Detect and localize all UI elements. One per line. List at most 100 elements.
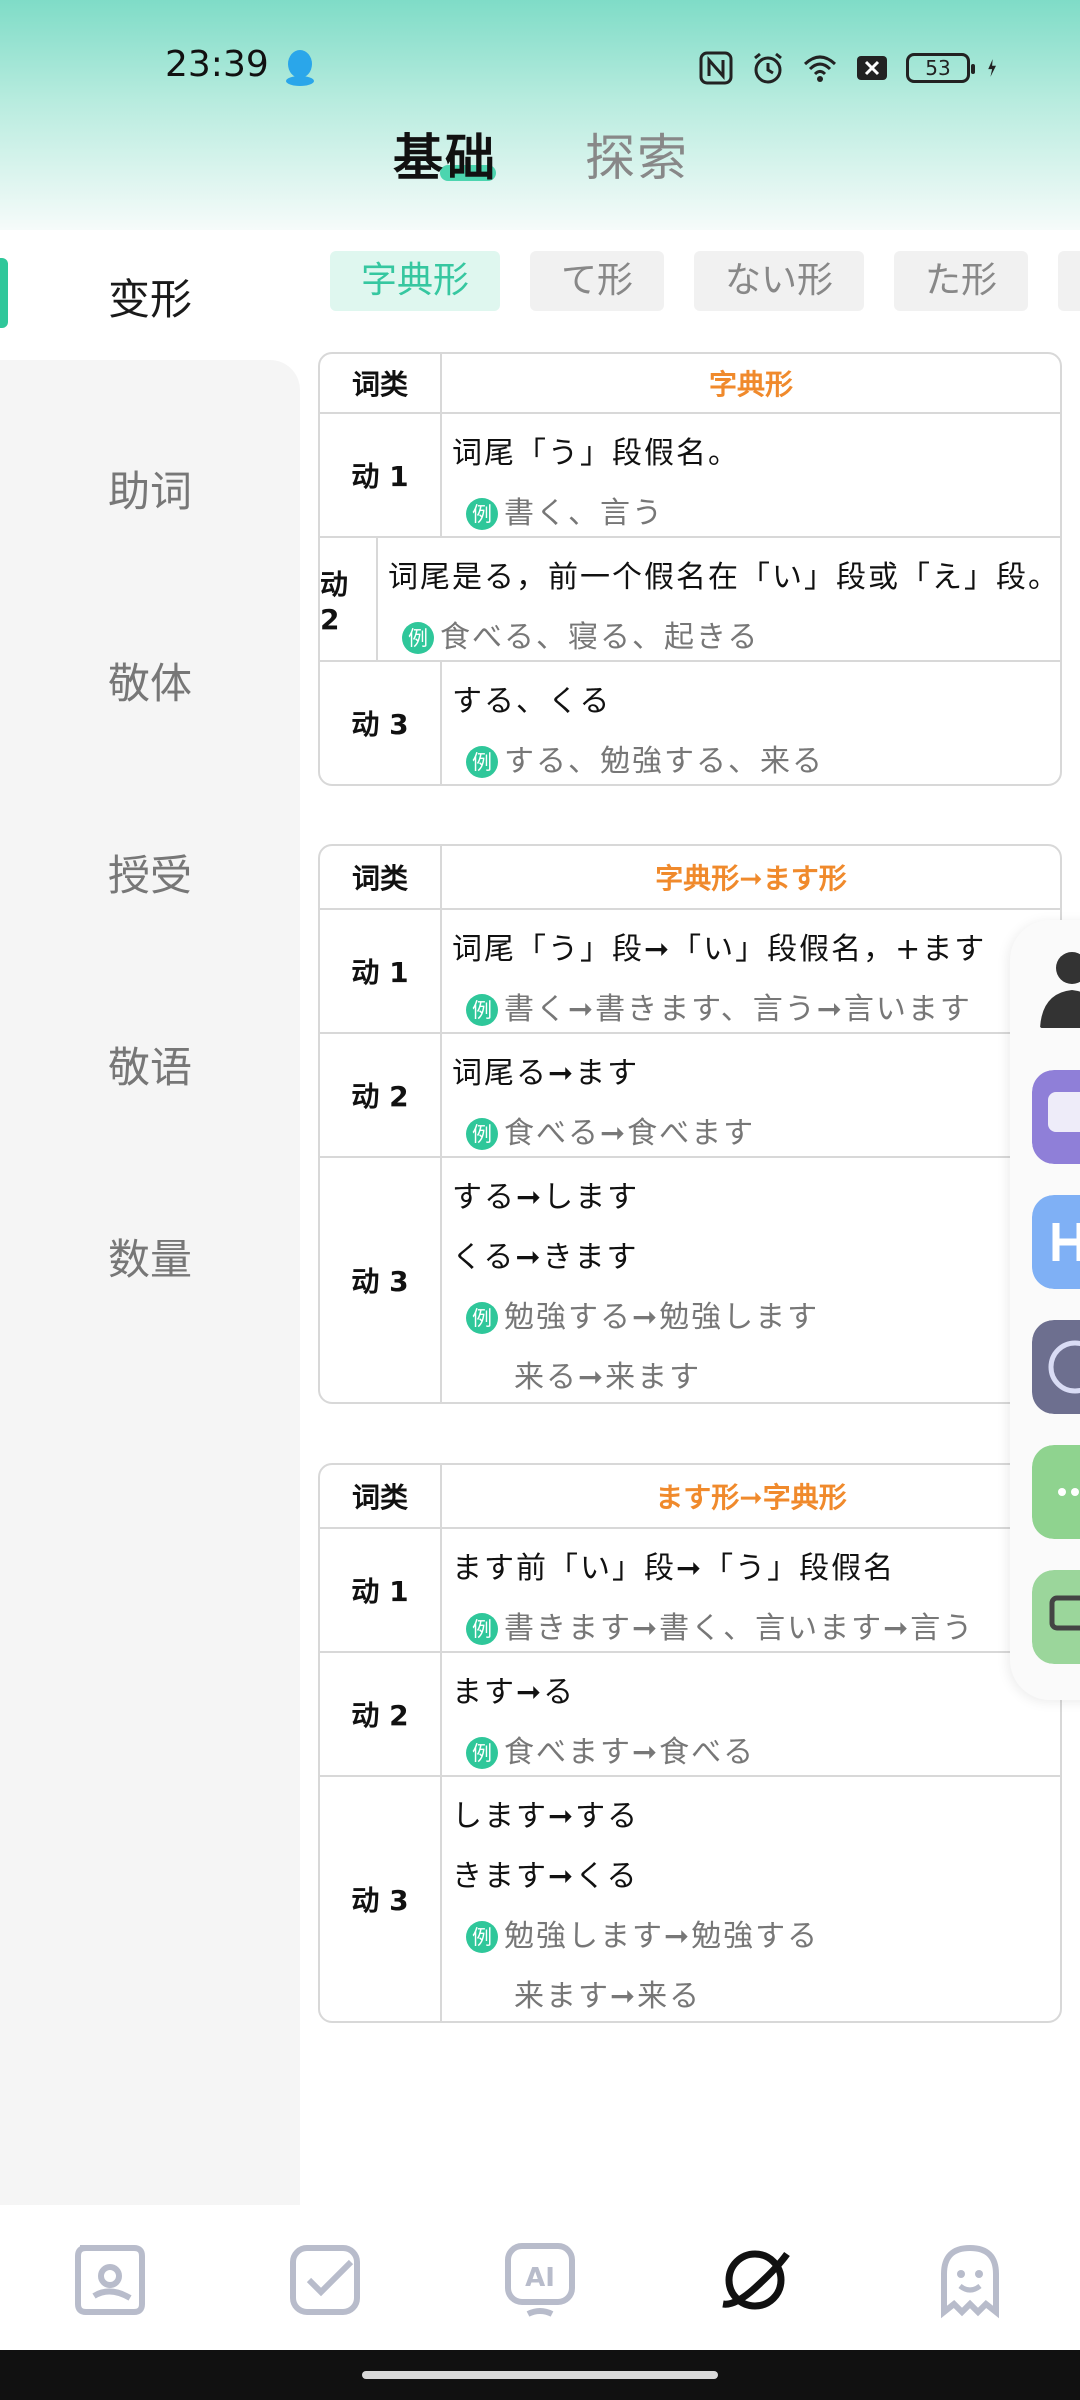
tab-more[interactable]: [1058, 251, 1080, 311]
tab-te-form[interactable]: て形: [530, 251, 664, 311]
sidebar-item-conjugation[interactable]: 变形: [0, 266, 300, 327]
table-header: 词类 字典形➞ます形: [320, 846, 1060, 908]
example-badge-icon: 例: [466, 498, 498, 530]
example-text: 勉強する➞勉強します: [504, 1300, 820, 1335]
h-icon[interactable]: [1032, 1195, 1080, 1289]
example-line: 例食べる➞食べます: [452, 1104, 1060, 1164]
table-row: 动 3 する、くる 例する、勉強する、来る: [320, 660, 1060, 784]
screen-icon[interactable]: [1032, 1570, 1080, 1664]
rule-text: する➞します: [452, 1180, 640, 1215]
example-badge-icon: 例: [466, 1613, 498, 1645]
sidebar-item-honorifics[interactable]: 敬语: [0, 1034, 300, 1095]
row-type: 动 3: [320, 662, 442, 784]
ai-icon[interactable]: AI: [500, 2240, 580, 2320]
example-line: 例勉強する➞勉強します: [452, 1288, 1060, 1348]
charging-icon: [988, 59, 996, 77]
translate-icon[interactable]: [1032, 1070, 1080, 1164]
example-badge-icon: 例: [466, 1921, 498, 1953]
example-text: 食べる➞食べます: [504, 1116, 756, 1151]
header-word-class: 词类: [320, 846, 442, 908]
example-badge-icon: 例: [466, 1737, 498, 1769]
row-type: 动 1: [320, 910, 442, 1032]
no-sim-icon: [857, 56, 887, 80]
header-form: 字典形: [708, 368, 793, 401]
tab-explore[interactable]: 探索: [585, 118, 689, 190]
ghost-icon[interactable]: [930, 2240, 1010, 2320]
example-text: 食べる、寝る、起きる: [440, 620, 760, 655]
status-icons: 53: [698, 48, 1006, 88]
row-type: 动 1: [320, 414, 442, 536]
rule-text: 词尾「う」段假名。: [452, 436, 740, 471]
rule-text: 词尾「う」段➞「い」段假名，+ます: [452, 932, 987, 967]
example-line: 例書く、言う: [452, 484, 1060, 544]
example-text: 書く➞書きます、言う➞言います: [504, 992, 972, 1027]
table-row: 动 3 します➞する きます➞くる 例勉強します➞勉強する 来ます➞来る: [320, 1775, 1060, 2021]
checkin-icon[interactable]: [285, 2240, 365, 2320]
rule-text: 词尾是る，前一个假名在「い」段或「え」段。: [388, 560, 1060, 595]
form-tabs: 字典形 て形 ない形 た形: [330, 251, 1080, 311]
sidebar-item-polite-form[interactable]: 敬体: [0, 650, 300, 711]
table-row: 动 1 词尾「う」段➞「い」段假名，+ます 例書く➞書きます、言う➞言います: [320, 908, 1060, 1032]
header-form: ます形➞字典形: [655, 1481, 847, 1514]
example-line: 例書く➞書きます、言う➞言います: [452, 980, 1060, 1040]
example-badge-icon: 例: [466, 1118, 498, 1150]
example-line: 例する、勉強する、来る: [452, 732, 1060, 784]
table-masu-to-dictionary: 词类 ます形➞字典形 动 1 ます前「い」段➞「う」段假名 例書きます➞書く、言…: [318, 1463, 1062, 2023]
rule-text: します➞する: [452, 1799, 640, 1834]
scan-icon[interactable]: [1032, 1320, 1080, 1414]
qq-icon: [286, 50, 314, 86]
bottom-nav: AI: [0, 2205, 1080, 2350]
battery-indicator: 53: [906, 53, 975, 83]
table-row: 动 1 词尾「う」段假名。 例書く、言う: [320, 412, 1060, 536]
header-word-class: 词类: [320, 354, 442, 412]
nfc-icon: [699, 51, 733, 85]
study-icon[interactable]: [70, 2240, 150, 2320]
table-dictionary-to-masu: 词类 字典形➞ます形 动 1 词尾「う」段➞「い」段假名，+ます 例書く➞書きま…: [318, 844, 1062, 1404]
table-header: 词类 ます形➞字典形: [320, 1465, 1060, 1527]
sidebar-item-giving-receiving[interactable]: 授受: [0, 842, 300, 903]
sidebar-item-particles[interactable]: 助词: [0, 458, 300, 519]
rule-text: 词尾る➞ます: [452, 1056, 640, 1091]
example-text: 食べます➞食べる: [504, 1735, 756, 1770]
tab-dictionary-form[interactable]: 字典形: [330, 251, 500, 311]
floating-tools-panel: [1010, 920, 1080, 1700]
table-row: 动 1 ます前「い」段➞「う」段假名 例書きます➞書く、言います➞言う: [320, 1527, 1060, 1651]
example-text: する、勉強する、来る: [504, 744, 824, 779]
planet-icon[interactable]: [715, 2240, 795, 2320]
row-type: 动 3: [320, 1158, 442, 1402]
header-form: 字典形➞ます形: [655, 862, 847, 895]
status-time: 23:39: [165, 44, 269, 85]
example-line: 例食べます➞食べる: [452, 1723, 1060, 1783]
avatar-icon[interactable]: [1032, 938, 1080, 1032]
row-type: 动 2: [320, 1034, 442, 1156]
rule-text: する、くる: [452, 684, 612, 719]
table-row: 动 2 词尾是る，前一个假名在「い」段或「え」段。 例食べる、寝る、起きる: [320, 536, 1060, 660]
example-text: 来ます➞来る: [514, 1979, 702, 2014]
header-word-class: 词类: [320, 1465, 442, 1527]
top-tabs: 基础 探索: [0, 110, 1080, 190]
example-text: 勉強します➞勉強する: [504, 1919, 820, 1954]
example-text: 書く、言う: [504, 496, 664, 531]
gesture-bar[interactable]: [362, 2371, 718, 2379]
example-badge-icon: 例: [466, 746, 498, 778]
tab-ta-form[interactable]: た形: [894, 251, 1028, 311]
wifi-icon: [803, 55, 837, 82]
row-type: 动 1: [320, 1529, 442, 1651]
example-text: 書きます➞書く、言います➞言う: [504, 1611, 975, 1646]
example-line: 例食べる、寝る、起きる: [388, 608, 1060, 668]
sidebar-item-counters[interactable]: 数量: [0, 1226, 300, 1287]
example-line: 例書きます➞書く、言います➞言う: [452, 1599, 1060, 1659]
more-icon[interactable]: [1032, 1445, 1080, 1539]
table-header: 词类 字典形: [320, 354, 1060, 412]
table-dictionary-form: 词类 字典形 动 1 词尾「う」段假名。 例書く、言う 动 2 词尾是る，前一个…: [318, 352, 1062, 786]
rule-text: ます➞る: [452, 1675, 576, 1710]
example-text: 来る➞来ます: [514, 1360, 702, 1395]
tab-basic[interactable]: 基础: [393, 118, 497, 190]
table-row: 动 2 ます➞る 例食べます➞食べる: [320, 1651, 1060, 1775]
rule-text: ます前「い」段➞「う」段假名: [452, 1551, 896, 1586]
table-row: 动 3 する➞します くる➞きます 例勉強する➞勉強します 来る➞来ます: [320, 1156, 1060, 1402]
tab-nai-form[interactable]: ない形: [694, 251, 864, 311]
example-line: 例勉強します➞勉強する: [452, 1907, 1060, 1967]
example-badge-icon: 例: [466, 1302, 498, 1334]
rule-text: きます➞くる: [452, 1859, 639, 1894]
